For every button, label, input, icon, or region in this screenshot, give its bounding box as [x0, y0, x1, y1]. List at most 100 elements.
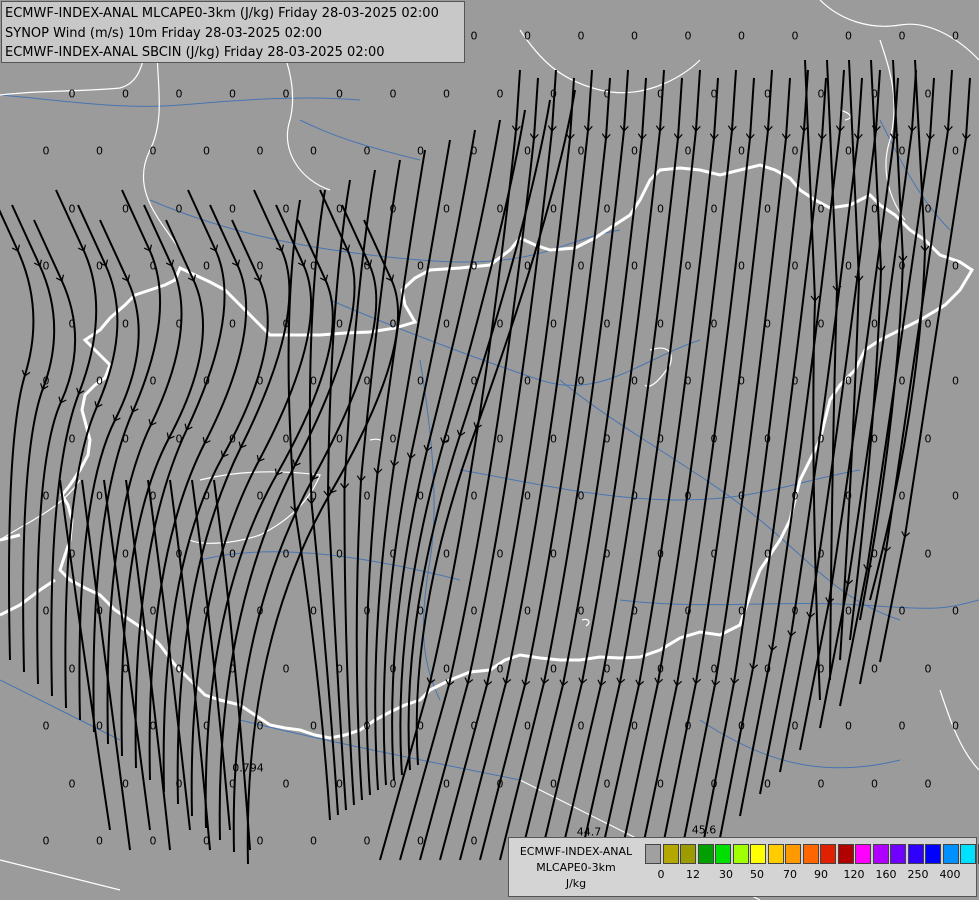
field-value-label: 0	[417, 719, 424, 733]
field-value-label: 0	[845, 604, 852, 618]
field-value-label: 0	[336, 777, 343, 790]
field-value-label: 0	[764, 777, 771, 790]
field-value-label: 0	[122, 317, 129, 330]
field-value-label: 0	[603, 547, 611, 560]
field-value-label: 0	[524, 29, 531, 43]
field-value-label: 0	[496, 202, 504, 215]
title-line-cape: ECMWF-INDEX-ANAL MLCAPE0-3km (J/kg) Frid…	[5, 6, 439, 21]
field-value-label: 0	[524, 719, 531, 733]
field-value-label: 0	[496, 777, 504, 790]
field-value-label: 0	[710, 662, 718, 675]
field-value-label: 0	[764, 662, 771, 675]
field-value-label: 0	[336, 547, 343, 560]
field-value-label: 0	[122, 432, 129, 445]
legend-swatch	[855, 844, 871, 864]
field-value-label: 0	[122, 777, 129, 790]
legend-tick-label: 50	[750, 868, 764, 881]
field-value-label: 0	[336, 202, 343, 215]
field-value-label: 0	[631, 144, 638, 158]
field-value-label: 0	[256, 259, 264, 273]
field-value-label: 0	[577, 259, 585, 273]
field-value-label: 0	[203, 259, 210, 273]
field-value-label: 0	[924, 777, 932, 790]
field-value-label: 0	[710, 87, 718, 100]
field-value-label: 0	[817, 317, 825, 330]
title-line-wind: SYNOP Wind (m/s) 10m Friday 28-03-2025 0…	[5, 25, 323, 41]
field-value-label: 0	[898, 29, 906, 43]
field-value-label: 0	[282, 432, 290, 445]
field-value-label: 0	[898, 719, 906, 733]
field-value-label: 0	[96, 259, 103, 273]
legend-swatch	[767, 844, 784, 864]
field-value-label: 0	[577, 719, 585, 733]
title-line-cin: ECMWF-INDEX-ANAL SBCIN (J/kg) Friday 28-…	[5, 45, 385, 60]
field-value-label: 0	[684, 604, 692, 618]
field-value-label: 0	[417, 489, 424, 503]
field-value-label: 0	[149, 604, 157, 618]
field-value-label: 0	[631, 29, 638, 43]
field-value-label: 0	[175, 662, 183, 675]
field-value-label: 0	[496, 87, 504, 100]
field-value-label: 0	[42, 374, 50, 388]
field-value-label: 0	[363, 604, 371, 618]
field-value-label: 0	[845, 719, 852, 733]
field-value-label: 0	[282, 317, 290, 330]
field-value-label: 0	[684, 719, 692, 733]
field-value-label: 0	[470, 29, 478, 43]
field-value-label: 0	[68, 662, 76, 675]
field-value-label: 0	[310, 259, 317, 273]
field-value-label: 0	[631, 604, 638, 618]
field-value-label: 0	[389, 547, 397, 560]
field-value-label: 0	[898, 144, 906, 158]
legend-tick-label: 0	[657, 868, 665, 881]
field-value-label: 0	[203, 834, 210, 848]
field-value-label: 0	[470, 489, 478, 503]
field-value-label: 0	[952, 144, 959, 158]
field-value-label: 0	[603, 662, 611, 675]
field-value-label: 0	[68, 87, 76, 100]
field-value-label: 0	[550, 432, 557, 445]
field-value-label: 0	[898, 259, 906, 273]
field-value-label: 0	[417, 144, 424, 158]
field-value-label: 0	[657, 202, 664, 215]
field-value-label: 0	[524, 604, 531, 618]
legend-swatch	[715, 844, 731, 864]
field-value-label: 0	[952, 374, 959, 388]
field-value-label: 0	[845, 489, 852, 503]
field-value-label: 0	[924, 547, 932, 560]
field-value-label: 0	[791, 489, 799, 503]
field-value-label: 0	[710, 432, 718, 445]
field-value-label: 0	[363, 719, 371, 733]
field-value-label: 0	[764, 202, 771, 215]
field-value-label: 0	[817, 202, 825, 215]
field-value-label: 0	[603, 202, 611, 215]
field-value-label: 0	[952, 719, 959, 733]
field-value-label: 0	[791, 144, 799, 158]
field-value-label: 0	[336, 317, 343, 330]
field-value-label: 0	[389, 662, 397, 675]
field-value-label: 0	[256, 489, 264, 503]
legend-swatch	[732, 844, 749, 864]
field-value-label: 0	[203, 374, 210, 388]
field-value-label: 0	[738, 144, 745, 158]
field-value-label: 0	[122, 547, 129, 560]
field-value-label: 0	[443, 87, 450, 100]
field-value-label: 0	[845, 29, 852, 43]
field-value-label: 0	[738, 259, 745, 273]
field-value-label: 0	[310, 489, 317, 503]
legend-title-line2: MLCAPE0-3km	[536, 861, 616, 874]
field-value-label: 0	[496, 662, 504, 675]
legend-swatch	[837, 844, 854, 864]
field-value-label: 0	[96, 489, 103, 503]
field-value-label: 0	[603, 87, 611, 100]
map-title-box: ECMWF-INDEX-ANAL MLCAPE0-3km (J/kg) Frid…	[1, 1, 465, 63]
field-value-label: 0	[282, 87, 290, 100]
legend-swatch	[662, 844, 679, 864]
field-value-label: 0	[443, 432, 450, 445]
legend-swatches	[645, 844, 979, 866]
field-value-label: 0	[229, 662, 236, 675]
field-value-label: 0	[443, 317, 450, 330]
field-value-label: 0	[310, 604, 317, 618]
field-value-label: 0	[764, 87, 771, 100]
field-value-label: 0	[68, 317, 76, 330]
